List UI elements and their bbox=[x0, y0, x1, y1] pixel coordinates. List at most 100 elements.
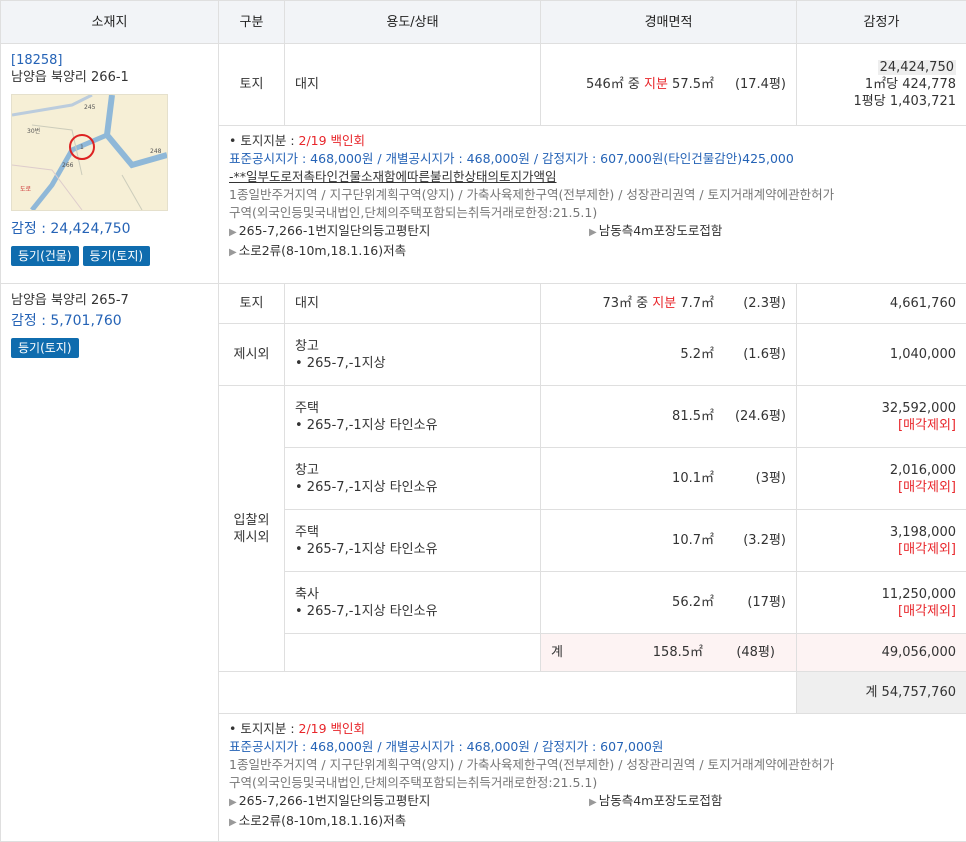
lot2-reg-land-button[interactable]: 등기(토지) bbox=[11, 338, 79, 358]
lot1-note: -**일부도로저촉타인건물소재함에따른불리한상태의토지가액임 bbox=[229, 168, 956, 186]
item0-pyeong: (24.6평) bbox=[714, 408, 786, 425]
subtotal-area-cell: 계158.5㎡(48평) bbox=[541, 634, 797, 672]
lot1-share-value: 2/19 백인회 bbox=[299, 133, 366, 148]
item3-use: 축사 bbox=[295, 586, 530, 603]
lot1-feat3: 소로2류(8-10m,18.1.16)저촉 bbox=[239, 243, 406, 258]
lot1-location-cell: [18258] 남양읍 북양리 266-1 245 30번 1 266 248 bbox=[1, 44, 219, 284]
lot1-reg-building-button[interactable]: 등기(건물) bbox=[11, 246, 79, 266]
lot2-excl-pyeong: (1.6평) bbox=[714, 346, 786, 363]
lot1-price: 24,424,750 bbox=[878, 60, 956, 75]
item1-pyeong: (3평) bbox=[714, 470, 786, 487]
item3-use-cell: 축사• 265-7,-1지상 타인소유 bbox=[285, 572, 541, 634]
lot1-per-m2: 1㎡당 424,778 bbox=[807, 76, 956, 93]
map-image: 245 30번 1 266 248 도로 bbox=[12, 95, 167, 210]
svg-text:266: 266 bbox=[62, 162, 74, 169]
item0-price-cell: 32,592,000[매각제외] bbox=[797, 386, 966, 448]
item0-price: 32,592,000 bbox=[807, 400, 956, 417]
subtotal-label: 계 bbox=[551, 644, 635, 661]
bid-excl-type-line1: 입찰외 bbox=[229, 512, 274, 529]
header-type: 구분 bbox=[219, 1, 285, 44]
item2-price-cell: 3,198,000[매각제외] bbox=[797, 510, 966, 572]
item2-pyeong: (3.2평) bbox=[714, 532, 786, 549]
item1-area: 10.1㎡ bbox=[672, 471, 714, 486]
lot2-area-pre: 73㎡ 중 bbox=[602, 296, 652, 311]
triangle-right-icon: ▶ bbox=[229, 247, 237, 258]
lot1-map-thumbnail[interactable]: 245 30번 1 266 248 도로 bbox=[11, 94, 168, 211]
lot1-zip: [18258] bbox=[11, 52, 208, 69]
lot1-zoning2: 구역(외국인등및국내법인,단체의주택포함되는취득거래로한정:21.5.1) bbox=[229, 204, 956, 222]
lot1-feat1: 265-7,266-1번지일단의등고평탄지 bbox=[239, 223, 431, 238]
lot2-land-pyeong: (2.3평) bbox=[714, 295, 786, 312]
lot2-total: 계 54,757,760 bbox=[797, 672, 966, 714]
subtotal-area: 158.5㎡ bbox=[635, 644, 703, 661]
lot1-address: 남양읍 북양리 266-1 bbox=[11, 69, 208, 86]
item2-area-cell: 10.7㎡(3.2평) bbox=[541, 510, 797, 572]
subtotal-empty bbox=[285, 634, 541, 672]
item1-price-cell: 2,016,000[매각제외] bbox=[797, 448, 966, 510]
svg-text:1: 1 bbox=[80, 144, 84, 151]
total-empty bbox=[219, 672, 797, 714]
lot2-excl-area-cell: 5.2㎡(1.6평) bbox=[541, 324, 797, 386]
lot2-detail: • 토지지분 : 2/19 백인회 표준공시지가 : 468,000원 / 개별… bbox=[219, 714, 966, 842]
item2-sub: • 265-7,-1지상 타인소유 bbox=[295, 541, 530, 558]
lot1-detail: • 토지지분 : 2/19 백인회 표준공시지가 : 468,000원 / 개별… bbox=[219, 126, 966, 284]
lot2-excl-price: 1,040,000 bbox=[797, 324, 966, 386]
lot2-land-price: 4,661,760 bbox=[797, 284, 966, 324]
lot2-excl-area: 5.2㎡ bbox=[680, 347, 714, 362]
lot2-land-area: 73㎡ 중 지분 7.7㎡(2.3평) bbox=[541, 284, 797, 324]
svg-text:248: 248 bbox=[150, 148, 162, 155]
lot2-excl-use-cell: 창고• 265-7,-1지상 bbox=[285, 324, 541, 386]
item0-use: 주택 bbox=[295, 400, 530, 417]
lot1-share-label: • 토지지분 : bbox=[229, 133, 299, 148]
item0-note: [매각제외] bbox=[807, 417, 956, 434]
svg-text:245: 245 bbox=[84, 104, 96, 111]
item2-price: 3,198,000 bbox=[807, 524, 956, 541]
item1-use-cell: 창고• 265-7,-1지상 타인소유 bbox=[285, 448, 541, 510]
lot2-land-type: 토지 bbox=[219, 284, 285, 324]
lot1-feat2: 남동측4m포장도로접함 bbox=[599, 223, 723, 238]
lot2-zoning1: 1종일반주거지역 / 지구단위계획구역(양지) / 가축사육제한구역(전부제한)… bbox=[229, 756, 956, 774]
lot2-share-label: • 토지지분 : bbox=[229, 721, 299, 736]
subtotal-price: 49,056,000 bbox=[797, 634, 966, 672]
lot1-area: 546㎡ 중 지분 57.5㎡(17.4평) bbox=[541, 44, 797, 126]
property-table: 소재지 구분 용도/상태 경매면적 감정가 [18258] 남양읍 북양리 26… bbox=[0, 0, 966, 842]
item2-use-cell: 주택• 265-7,-1지상 타인소유 bbox=[285, 510, 541, 572]
header-row: 소재지 구분 용도/상태 경매면적 감정가 bbox=[1, 1, 966, 44]
lot1-area-share: 지분 bbox=[644, 77, 668, 92]
lot1-land-row: [18258] 남양읍 북양리 266-1 245 30번 1 266 248 bbox=[1, 44, 966, 126]
item2-note: [매각제외] bbox=[807, 541, 956, 558]
header-appraisal: 감정가 bbox=[797, 1, 966, 44]
lot2-land-use: 대지 bbox=[285, 284, 541, 324]
lot1-area-post: 57.5㎡ bbox=[668, 77, 714, 92]
lot1-reg-land-button[interactable]: 등기(토지) bbox=[83, 246, 151, 266]
header-area: 경매면적 bbox=[541, 1, 797, 44]
subtotal-pyeong: (48평) bbox=[703, 644, 775, 661]
svg-text:30번: 30번 bbox=[27, 127, 40, 135]
item3-price-cell: 11,250,000[매각제외] bbox=[797, 572, 966, 634]
item3-pyeong: (17평) bbox=[714, 594, 786, 611]
item1-price: 2,016,000 bbox=[807, 462, 956, 479]
item1-note: [매각제외] bbox=[807, 479, 956, 496]
lot1-appraisal-label: 감정 : 24,424,750 bbox=[11, 221, 208, 238]
triangle-right-icon: ▶ bbox=[589, 227, 597, 238]
item0-sub: • 265-7,-1지상 타인소유 bbox=[295, 417, 530, 434]
lot1-price-cell: 24,424,750 1㎡당 424,778 1평당 1,403,721 bbox=[797, 44, 966, 126]
item2-use: 주택 bbox=[295, 524, 530, 541]
lot2-excl-sub: • 265-7,-1지상 bbox=[295, 355, 530, 372]
triangle-right-icon: ▶ bbox=[589, 797, 597, 808]
lot1-type: 토지 bbox=[219, 44, 285, 126]
triangle-right-icon: ▶ bbox=[229, 817, 237, 828]
lot2-land-row: 남양읍 북양리 265-7 감정 : 5,701,760 등기(토지) 토지 대… bbox=[1, 284, 966, 324]
item1-use: 창고 bbox=[295, 462, 530, 479]
lot1-use: 대지 bbox=[285, 44, 541, 126]
item0-area: 81.5㎡ bbox=[672, 409, 714, 424]
lot2-excl-type: 제시외 bbox=[219, 324, 285, 386]
lot1-pyeong: (17.4평) bbox=[714, 76, 786, 93]
svg-text:도로: 도로 bbox=[20, 186, 32, 193]
item2-area: 10.7㎡ bbox=[672, 533, 714, 548]
item0-use-cell: 주택• 265-7,-1지상 타인소유 bbox=[285, 386, 541, 448]
item1-sub: • 265-7,-1지상 타인소유 bbox=[295, 479, 530, 496]
lot1-zoning1: 1종일반주거지역 / 지구단위계획구역(양지) / 가축사육제한구역(전부제한)… bbox=[229, 186, 956, 204]
triangle-right-icon: ▶ bbox=[229, 227, 237, 238]
bid-excl-type-line2: 제시외 bbox=[229, 529, 274, 546]
